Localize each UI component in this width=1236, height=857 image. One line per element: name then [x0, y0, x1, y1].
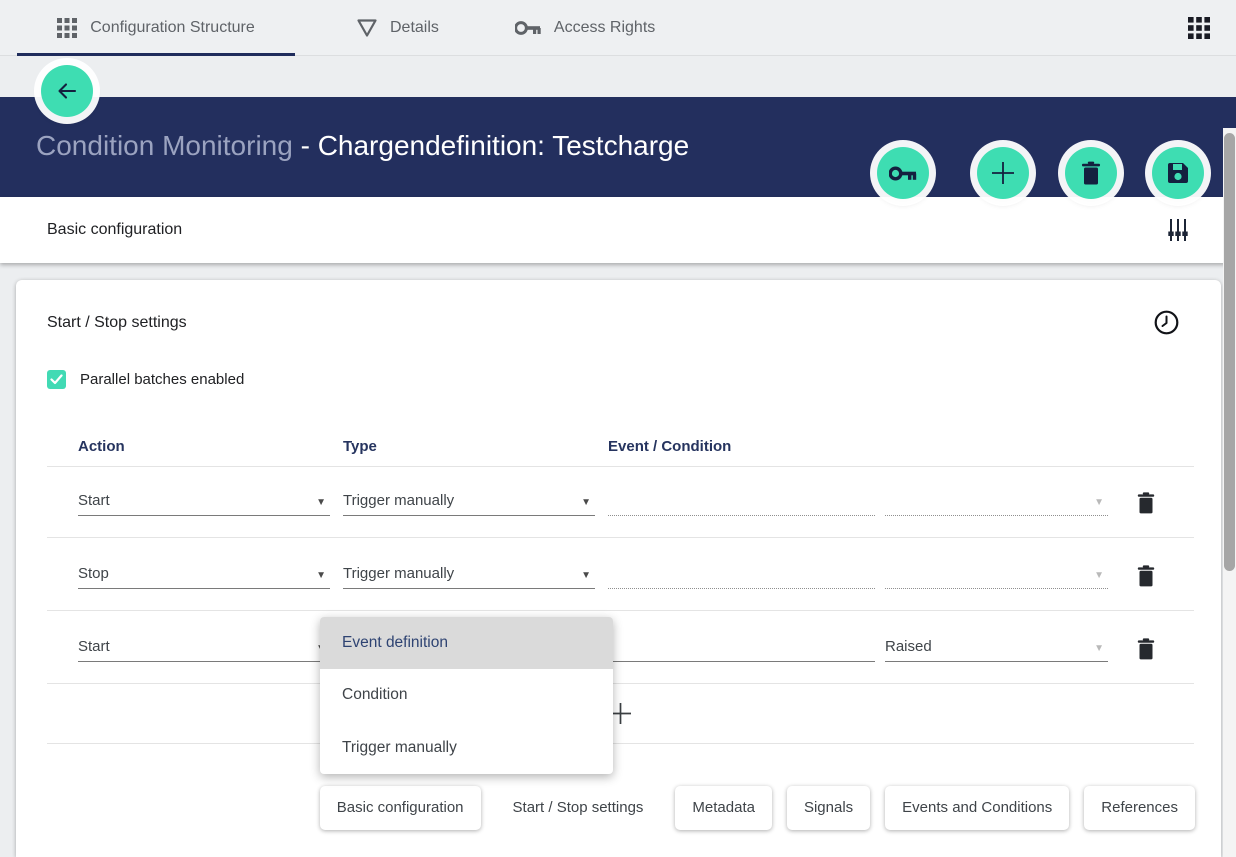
delete-button[interactable]	[1065, 147, 1117, 199]
table-row: Stop ▼ Trigger manually ▼ ▼	[78, 549, 1198, 589]
event-condition-select[interactable]	[608, 482, 875, 516]
action-select[interactable]: Start ▼	[78, 482, 330, 516]
arrow-left-icon	[55, 79, 79, 103]
table-row: Start ▼ Trigger manually ▼ ▼	[78, 476, 1198, 516]
parallel-batches-checkbox-row[interactable]: Parallel batches enabled	[47, 370, 244, 389]
divider	[47, 466, 1194, 467]
type-select[interactable]: Trigger manually ▼	[343, 555, 595, 589]
clock-icon[interactable]	[1154, 310, 1179, 335]
tab-access-rights[interactable]: Access Rights	[515, 0, 655, 56]
event-condition-select[interactable]	[608, 555, 875, 589]
scrollbar-thumb[interactable]	[1224, 133, 1235, 571]
save-button[interactable]	[1152, 147, 1204, 199]
add-button[interactable]	[977, 147, 1029, 199]
chevron-down-icon: ▼	[1094, 497, 1104, 508]
state-select[interactable]: ▼	[885, 555, 1108, 589]
tab-configuration-structure[interactable]: Configuration Structure	[17, 0, 295, 56]
select-value: Stop	[78, 565, 109, 582]
event-condition-select[interactable]	[608, 628, 875, 662]
select-value: Trigger manually	[343, 492, 454, 509]
divider	[47, 743, 1194, 744]
page-title-object: - Chargendefinition: Testcharge	[293, 130, 689, 161]
key-icon	[889, 166, 917, 181]
screen: Configuration Structure Details Access R…	[0, 0, 1236, 857]
menu-item-condition[interactable]: Condition	[320, 669, 613, 721]
select-value: Start	[78, 492, 110, 509]
page-header: Condition Monitoring - Chargendefinition…	[0, 97, 1236, 197]
column-header-event-condition: Event / Condition	[608, 438, 731, 455]
tab-label: Configuration Structure	[90, 19, 255, 37]
section-nav: Basic configuration Start / Stop setting…	[320, 786, 1195, 830]
nav-events-and-conditions[interactable]: Events and Conditions	[885, 786, 1069, 830]
chevron-down-icon: ▼	[1094, 570, 1104, 581]
chevron-down-icon: ▼	[581, 570, 591, 581]
tab-label: Details	[390, 19, 439, 37]
select-value: Trigger manually	[343, 565, 454, 582]
delete-row-button[interactable]	[1137, 492, 1155, 514]
basic-configuration-card[interactable]: Basic configuration	[0, 197, 1236, 263]
access-key-button[interactable]	[877, 147, 929, 199]
chevron-down-icon: ▼	[581, 497, 591, 508]
table-row: Start ▼ Raised ▼	[78, 622, 1198, 662]
trash-icon	[1081, 161, 1101, 185]
nav-start-stop-settings[interactable]: Start / Stop settings	[496, 786, 661, 830]
tab-label: Access Rights	[554, 19, 655, 37]
nav-basic-configuration[interactable]: Basic configuration	[320, 786, 481, 830]
chevron-down-icon: ▼	[316, 570, 326, 581]
back-button[interactable]	[41, 65, 93, 117]
tune-icon[interactable]	[1166, 218, 1190, 242]
nav-references[interactable]: References	[1084, 786, 1195, 830]
chevron-down-icon: ▼	[1094, 643, 1104, 654]
tab-details[interactable]: Details	[357, 0, 439, 56]
apps-grid-icon[interactable]	[1188, 17, 1210, 39]
page-title: Condition Monitoring - Chargendefinition…	[36, 130, 689, 162]
checkbox-checked-icon[interactable]	[47, 370, 66, 389]
action-select[interactable]: Start ▼	[78, 628, 330, 662]
nav-metadata[interactable]: Metadata	[675, 786, 772, 830]
top-tab-bar: Configuration Structure Details Access R…	[0, 0, 1236, 56]
type-select[interactable]: Trigger manually ▼	[343, 482, 595, 516]
menu-item-trigger-manually[interactable]: Trigger manually	[320, 722, 613, 774]
key-icon	[515, 21, 541, 35]
select-value: Start	[78, 638, 110, 655]
basic-configuration-title: Basic configuration	[47, 221, 182, 239]
grid-icon	[57, 18, 77, 38]
plus-icon	[990, 160, 1016, 186]
chevron-down-icon: ▼	[316, 497, 326, 508]
select-value: Raised	[885, 638, 932, 655]
state-select[interactable]: Raised ▼	[885, 628, 1108, 662]
delete-row-button[interactable]	[1137, 638, 1155, 660]
divider	[47, 610, 1194, 611]
page-title-context: Condition Monitoring	[36, 130, 293, 161]
column-header-type: Type	[343, 438, 377, 455]
save-icon	[1166, 161, 1190, 185]
delete-row-button[interactable]	[1137, 565, 1155, 587]
section-title: Start / Stop settings	[47, 314, 187, 332]
divider	[47, 537, 1194, 538]
filter-funnel-icon	[357, 19, 377, 37]
menu-item-event-definition[interactable]: Event definition	[320, 617, 613, 669]
scrollbar-track[interactable]	[1223, 128, 1236, 857]
add-row-button[interactable]	[47, 683, 1194, 743]
type-dropdown-menu: Event definition Condition Trigger manua…	[320, 617, 613, 774]
active-tab-underline	[17, 53, 295, 56]
checkbox-label: Parallel batches enabled	[80, 371, 244, 388]
start-stop-settings-card: Start / Stop settings Parallel batches e…	[16, 280, 1221, 857]
action-select[interactable]: Stop ▼	[78, 555, 330, 589]
column-header-action: Action	[78, 438, 125, 455]
state-select[interactable]: ▼	[885, 482, 1108, 516]
nav-signals[interactable]: Signals	[787, 786, 870, 830]
